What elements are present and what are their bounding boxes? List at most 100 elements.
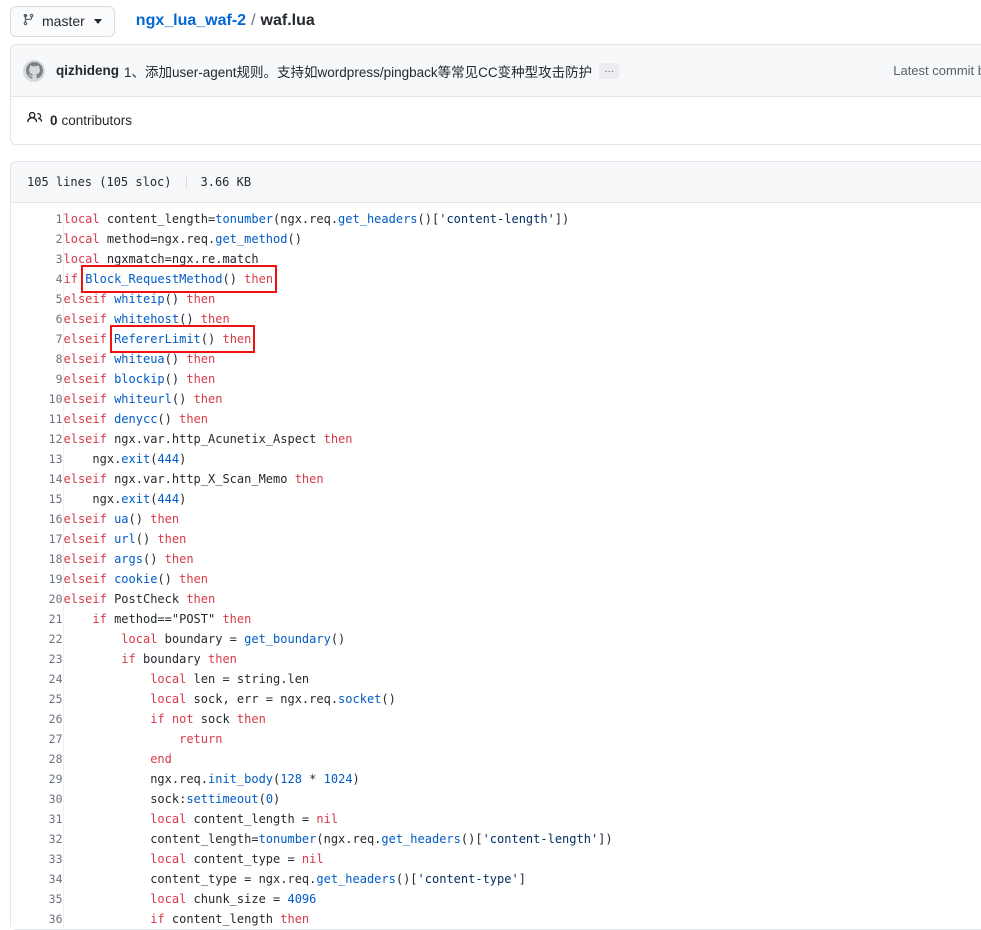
line-number[interactable]: 23	[11, 649, 64, 669]
line-number[interactable]: 34	[11, 869, 64, 889]
code-token: elseif	[63, 532, 115, 546]
line-number[interactable]: 13	[11, 449, 64, 469]
commit-message[interactable]: 1、添加user-agent规则。支持如wordpress/pingback等常…	[124, 61, 592, 81]
code-token: 'content-length'	[482, 832, 599, 846]
line-number[interactable]: 7	[11, 329, 64, 349]
line-content[interactable]: elseif whitehost() then	[63, 309, 981, 329]
code-token: elseif	[63, 312, 115, 326]
line-content[interactable]: ngx.exit(444)	[63, 489, 981, 509]
line-content[interactable]: elseif RefererLimit() then	[63, 325, 981, 353]
line-content[interactable]: local content_type = nil	[63, 849, 981, 869]
line-content[interactable]: local ngxmatch=ngx.re.match	[63, 249, 981, 269]
contributors-label[interactable]: contributors	[62, 113, 133, 128]
line-number[interactable]: 10	[11, 389, 64, 409]
line-number[interactable]: 1	[11, 209, 64, 229]
line-number[interactable]: 32	[11, 829, 64, 849]
line-content[interactable]: local content_length = nil	[63, 809, 981, 829]
line-content[interactable]: local method=ngx.req.get_method()	[63, 229, 981, 249]
line-number[interactable]: 29	[11, 769, 64, 789]
line-number[interactable]: 35	[11, 889, 64, 909]
line-number[interactable]: 27	[11, 729, 64, 749]
line-number[interactable]: 8	[11, 349, 64, 369]
latest-commit-row: qizhideng 1、添加user-agent规则。支持如wordpress/…	[11, 45, 981, 97]
line-number[interactable]: 18	[11, 549, 64, 569]
line-number[interactable]: 22	[11, 629, 64, 649]
breadcrumb-repo-link[interactable]: ngx_lua_waf-2	[136, 12, 246, 30]
line-content[interactable]: elseif ngx.var.http_Acunetix_Aspect then	[63, 429, 981, 449]
line-content[interactable]: elseif whiteua() then	[63, 349, 981, 369]
line-number[interactable]: 3	[11, 249, 64, 269]
line-content[interactable]: elseif ua() then	[63, 509, 981, 529]
line-content[interactable]: content_length=tonumber(ngx.req.get_head…	[63, 829, 981, 849]
line-number[interactable]: 14	[11, 469, 64, 489]
line-content[interactable]: if Block_RequestMethod() then	[63, 265, 981, 293]
line-content[interactable]: local chunk_size = 4096	[63, 889, 981, 909]
code-token: 444	[157, 452, 180, 466]
line-number[interactable]: 2	[11, 229, 64, 249]
line-content[interactable]: local boundary = get_boundary()	[63, 629, 981, 649]
line-content[interactable]: local content_length=tonumber(ngx.req.ge…	[63, 209, 981, 229]
line-number[interactable]: 28	[11, 749, 64, 769]
line-number[interactable]: 33	[11, 849, 64, 869]
line-content[interactable]: if boundary then	[63, 649, 981, 669]
line-number[interactable]: 26	[11, 709, 64, 729]
line-content[interactable]: elseif args() then	[63, 549, 981, 569]
line-content[interactable]: if not sock then	[63, 709, 981, 729]
line-content[interactable]: content_type = ngx.req.get_headers()['co…	[63, 869, 981, 889]
code-token: exit	[121, 452, 151, 466]
expand-commit-message-button[interactable]: …	[599, 62, 620, 79]
code-token: RefererLimit	[114, 332, 201, 346]
line-number[interactable]: 25	[11, 689, 64, 709]
octocat-avatar-icon[interactable]	[23, 59, 45, 82]
code-token: ()	[164, 372, 187, 386]
line-content[interactable]: elseif whiteip() then	[63, 289, 981, 309]
commit-author-link[interactable]: qizhideng	[56, 63, 119, 78]
line-number[interactable]: 20	[11, 589, 64, 609]
line-content[interactable]: elseif whiteurl() then	[63, 389, 981, 409]
line-content[interactable]: end	[63, 749, 981, 769]
code-token: then	[294, 472, 324, 486]
code-line: 20 elseif PostCheck then	[11, 589, 981, 609]
line-content[interactable]: local len = string.len	[63, 669, 981, 689]
code-viewer[interactable]: 1 local content_length=tonumber(ngx.req.g…	[11, 203, 981, 929]
line-number[interactable]: 11	[11, 409, 64, 429]
code-token: ngx.req.	[63, 772, 208, 786]
code-token: args	[114, 552, 143, 566]
line-content[interactable]: return	[63, 729, 981, 749]
line-content[interactable]: elseif cookie() then	[63, 569, 981, 589]
code-token: then	[179, 412, 209, 426]
line-content[interactable]: ngx.req.init_body(128 * 1024)	[63, 769, 981, 789]
line-content[interactable]: ngx.exit(444)	[63, 449, 981, 469]
code-token: then	[200, 312, 230, 326]
code-line: 14 elseif ngx.var.http_X_Scan_Memo then	[11, 469, 981, 489]
line-content[interactable]: elseif ngx.var.http_X_Scan_Memo then	[63, 469, 981, 489]
line-content[interactable]: if content_length then	[63, 909, 981, 929]
line-content[interactable]: elseif url() then	[63, 529, 981, 549]
line-content[interactable]: local sock, err = ngx.req.socket()	[63, 689, 981, 709]
line-number[interactable]: 4	[11, 269, 64, 289]
line-number[interactable]: 21	[11, 609, 64, 629]
code-token: ()	[171, 392, 194, 406]
line-number[interactable]: 15	[11, 489, 64, 509]
line-number[interactable]: 19	[11, 569, 64, 589]
line-content[interactable]: elseif denycc() then	[63, 409, 981, 429]
line-content[interactable]: elseif blockip() then	[63, 369, 981, 389]
line-number[interactable]: 30	[11, 789, 64, 809]
code-token: content_type = ngx.req.	[63, 872, 317, 886]
line-number[interactable]: 12	[11, 429, 64, 449]
line-number[interactable]: 9	[11, 369, 64, 389]
line-content[interactable]: sock:settimeout(0)	[63, 789, 981, 809]
line-number[interactable]: 36	[11, 909, 64, 929]
line-number[interactable]: 5	[11, 289, 64, 309]
line-content[interactable]: if method=="POST" then	[63, 609, 981, 629]
branch-selector-button[interactable]: master	[10, 5, 115, 37]
line-number[interactable]: 17	[11, 529, 64, 549]
line-number[interactable]: 24	[11, 669, 64, 689]
line-number[interactable]: 31	[11, 809, 64, 829]
line-content[interactable]: elseif PostCheck then	[63, 589, 981, 609]
line-number[interactable]: 6	[11, 309, 64, 329]
line-number[interactable]: 16	[11, 509, 64, 529]
